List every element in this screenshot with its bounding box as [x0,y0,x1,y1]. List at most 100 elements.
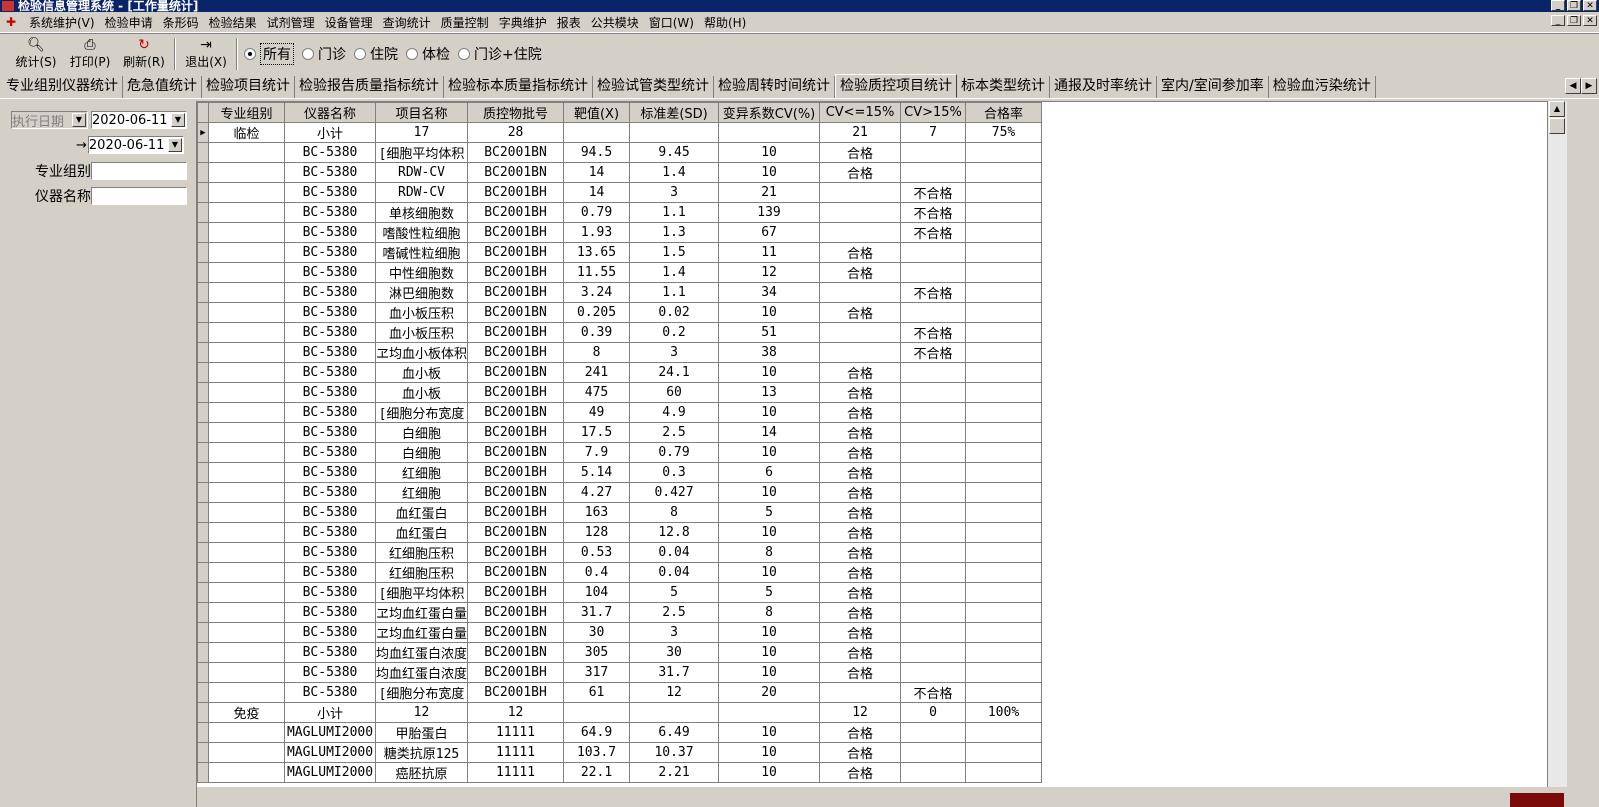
table-cell[interactable]: 10 [718,522,821,543]
row-indicator[interactable]: ▶ [197,122,209,143]
row-indicator[interactable] [197,502,209,523]
menu-item-reagent[interactable]: 试剂管理 [262,14,320,31]
radio-outpatient-inpatient[interactable]: 门诊+住院 [458,44,542,64]
table-cell[interactable]: 51 [718,322,821,343]
table-cell[interactable]: 小计 [284,702,376,723]
table-row[interactable]: ▶ 临检 小计 17 28 21 7 75% [197,122,1043,143]
table-cell[interactable]: 红细胞 [374,462,469,483]
table-cell[interactable]: 3.24 [563,282,631,303]
table-cell[interactable]: 8 [629,502,720,523]
column-header[interactable]: 质控物批号 [467,102,565,123]
table-row[interactable]: BC-5380 血小板压积 BC2001BH 0.39 0.2 51 不合格 [197,322,1043,343]
table-cell[interactable] [900,302,967,323]
table-cell[interactable]: 红细胞 [374,482,469,503]
menu-item-results[interactable]: 检验结果 [204,14,262,31]
table-cell[interactable]: 8 [718,542,821,563]
table-cell[interactable]: 血小板压积 [374,322,469,343]
table-cell[interactable]: 嗜碱性粒细胞 [374,242,469,263]
column-header[interactable]: 仪器名称 [284,102,376,123]
table-cell[interactable]: 合格 [819,762,902,783]
table-cell[interactable]: 30 [563,622,631,643]
table-row[interactable]: MAGLUMI2000 甲胎蛋白 11111 64.9 6.49 10 合格 [197,722,1043,743]
table-cell[interactable] [563,122,631,143]
table-cell[interactable]: 0.53 [563,542,631,563]
table-cell[interactable]: BC-5380 [284,202,376,223]
row-indicator[interactable] [197,522,209,543]
table-cell[interactable]: 合格 [819,422,902,443]
row-indicator[interactable] [197,342,209,363]
column-header[interactable]: 变异系数CV(%) [718,102,821,123]
row-indicator[interactable] [197,562,209,583]
table-cell[interactable] [208,462,285,483]
table-row[interactable]: BC-5380 血红蛋白 BC2001BH 163 8 5 合格 [197,502,1043,523]
table-cell[interactable]: 317 [563,662,631,683]
table-cell[interactable] [965,242,1043,263]
table-cell[interactable]: 嗜酸性粒细胞 [374,222,469,243]
table-row[interactable]: BC-5380 淋巴细胞数 BC2001BH 3.24 1.1 34 不合格 [197,282,1043,303]
table-cell[interactable] [900,362,967,383]
table-cell[interactable]: BC-5380 [284,542,376,563]
close-button[interactable]: ✕ [1583,0,1597,11]
table-cell[interactable] [965,302,1043,323]
table-cell[interactable] [208,162,285,183]
table-row[interactable]: BC-5380 血小板 BC2001BH 475 60 13 合格 [197,382,1043,403]
table-cell[interactable]: 0.3 [629,462,720,483]
table-cell[interactable] [900,482,967,503]
refresh-button[interactable]: ↻ 刷新(R) [120,37,168,71]
table-cell[interactable]: 8 [563,342,631,363]
table-cell[interactable]: BC-5380 [284,502,376,523]
table-cell[interactable] [819,282,902,303]
table-cell[interactable]: 61 [563,682,631,703]
table-cell[interactable]: 128 [563,522,631,543]
table-cell[interactable]: 2.5 [629,602,720,623]
table-cell[interactable]: BC-5380 [284,262,376,283]
table-cell[interactable]: 中性细胞数 [374,262,469,283]
table-cell[interactable]: 合格 [819,542,902,563]
column-header[interactable]: CV>15% [900,102,967,123]
tab-critical-value[interactable]: 危急值统计 [123,76,202,98]
table-cell[interactable]: 0.39 [563,322,631,343]
table-cell[interactable]: 血小板压积 [374,302,469,323]
table-cell[interactable] [900,382,967,403]
table-cell[interactable]: BC-5380 [284,362,376,383]
menu-item-qc[interactable]: 质量控制 [436,14,494,31]
table-row[interactable]: BC-5380 白细胞 BC2001BH 17.5 2.5 14 合格 [197,422,1043,443]
table-cell[interactable]: 24.1 [629,362,720,383]
table-cell[interactable]: 12.8 [629,522,720,543]
table-cell[interactable] [965,382,1043,403]
table-row[interactable]: BC-5380 均血红蛋白浓度 BC2001BN 305 30 10 合格 [197,642,1043,663]
table-cell[interactable]: BC-5380 [284,302,376,323]
table-cell[interactable]: 合格 [819,642,902,663]
table-cell[interactable]: 94.5 [563,142,631,163]
row-indicator[interactable] [197,162,209,183]
table-cell[interactable] [208,422,285,443]
table-cell[interactable]: 3 [629,182,720,203]
table-cell[interactable]: 7 [900,122,967,143]
table-cell[interactable]: BC2001BN [467,362,565,383]
table-cell[interactable]: 小计 [284,122,376,143]
date-type-select[interactable]: 执行日期 ▼ [11,111,88,130]
table-cell[interactable]: 合格 [819,402,902,423]
table-cell[interactable] [965,262,1043,283]
row-indicator[interactable] [197,422,209,443]
table-cell[interactable]: 合格 [819,622,902,643]
table-cell[interactable] [208,322,285,343]
mdi-restore-button[interactable]: ❐ [1567,15,1581,26]
table-cell[interactable]: MAGLUMI2000 [284,742,376,763]
row-indicator[interactable] [197,582,209,603]
table-cell[interactable]: 2.21 [629,762,720,783]
table-cell[interactable]: 31.7 [629,662,720,683]
table-cell[interactable]: 1.1 [629,202,720,223]
table-cell[interactable]: 单核细胞数 [374,202,469,223]
menu-item-system[interactable]: 系统维护(V) [24,14,100,31]
table-cell[interactable] [208,502,285,523]
table-cell[interactable]: 糖类抗原125 [374,742,469,763]
tab-blood-contamination[interactable]: 检验血污染统计 [1269,76,1376,98]
table-cell[interactable]: BC2001BN [467,622,565,643]
table-cell[interactable] [965,322,1043,343]
table-cell[interactable]: 1.1 [629,282,720,303]
table-cell[interactable]: 不合格 [900,322,967,343]
table-cell[interactable] [965,682,1043,703]
table-row[interactable]: BC-5380 [细胞平均体积 BC2001BN 94.5 9.45 10 合格 [197,142,1043,163]
table-cell[interactable]: 0.4 [563,562,631,583]
